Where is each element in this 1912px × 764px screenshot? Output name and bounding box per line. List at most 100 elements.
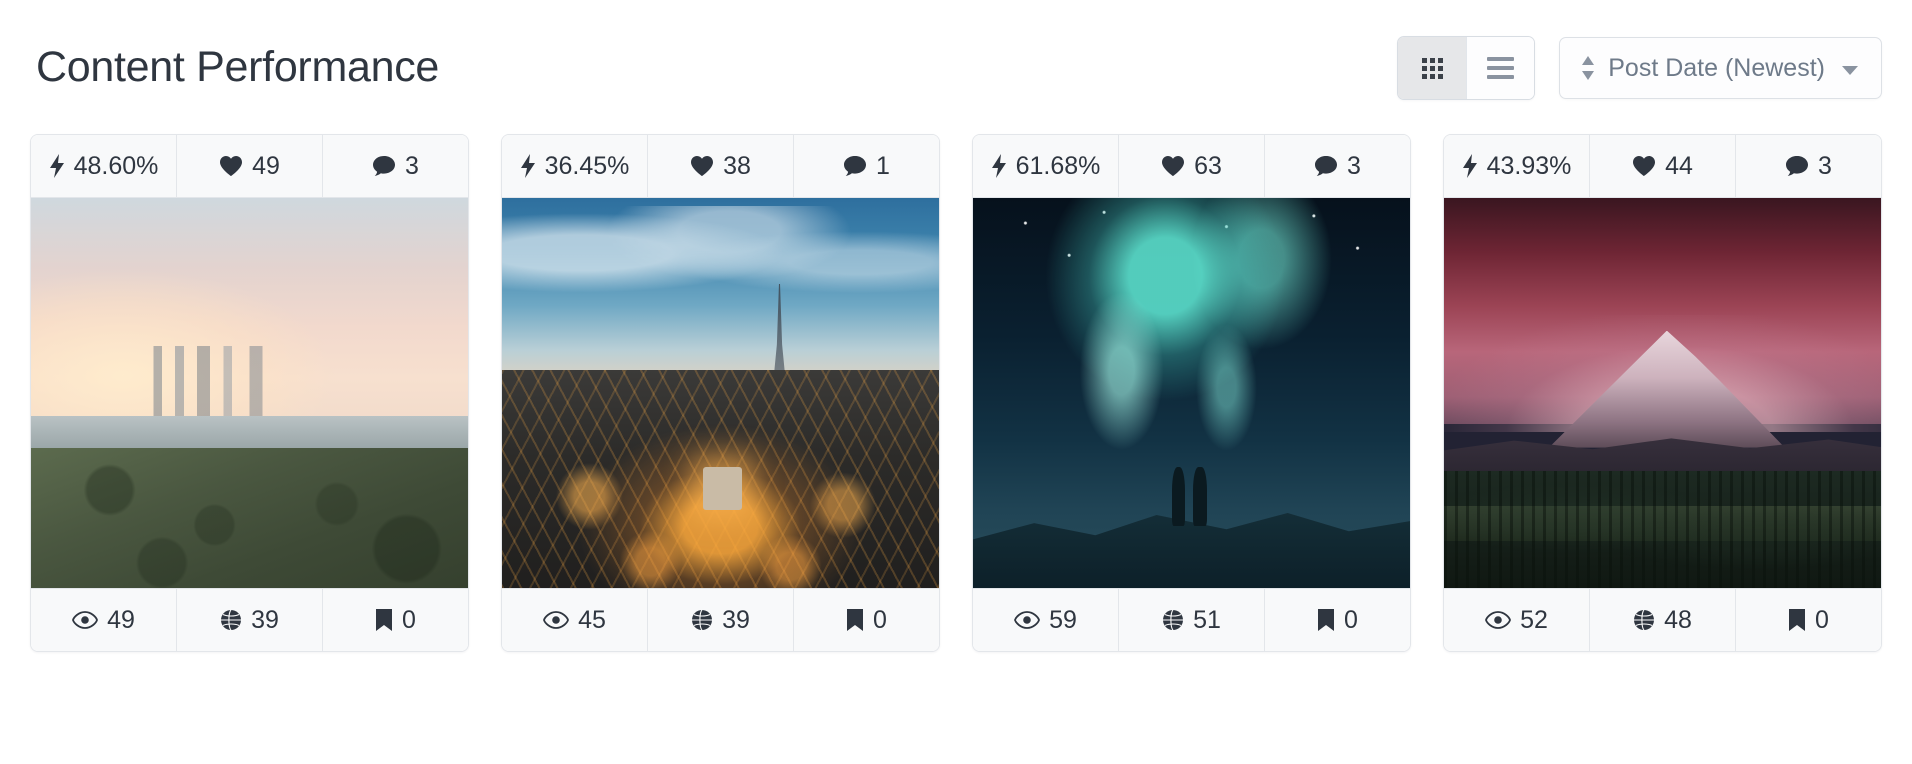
reach-stat: 39 (176, 589, 322, 651)
thumb-clouds (502, 205, 939, 323)
thumb-skyline (31, 346, 468, 425)
likes-value: 63 (1194, 151, 1222, 180)
saves-value: 0 (873, 605, 887, 634)
likes-stat: 63 (1118, 135, 1264, 197)
globe-icon (220, 609, 242, 631)
content-card[interactable]: 36.45% 38 1 45 39 0 (501, 134, 940, 652)
bookmark-icon (1317, 608, 1335, 632)
page-header: Content Performance Post Date (Newest) (0, 0, 1912, 110)
card-top-stats: 36.45% 38 1 (502, 135, 939, 198)
comments-value: 3 (1347, 151, 1361, 180)
bookmark-icon (375, 608, 393, 632)
views-stat: 49 (31, 589, 176, 651)
lightning-bolt-icon (991, 154, 1007, 178)
thumb-tree-texture (1444, 471, 1881, 588)
eye-icon (72, 611, 99, 629)
views-stat: 52 (1444, 589, 1589, 651)
reach-stat: 48 (1589, 589, 1735, 651)
heart-icon (1632, 155, 1656, 177)
card-thumbnail[interactable] (502, 198, 939, 588)
views-value: 49 (107, 605, 135, 634)
eye-icon (1485, 611, 1512, 629)
likes-stat: 38 (647, 135, 793, 197)
content-performance-page: Content Performance Post Date (Newest) 4… (0, 0, 1912, 764)
views-value: 45 (578, 605, 606, 634)
comment-bubble-icon (1785, 155, 1809, 177)
comment-bubble-icon (372, 155, 396, 177)
engagement-value: 36.45% (544, 151, 630, 180)
sort-updown-icon (1580, 55, 1596, 81)
eye-icon (1014, 611, 1041, 629)
globe-icon (691, 609, 713, 631)
comments-value: 3 (405, 151, 419, 180)
comments-stat: 1 (793, 135, 939, 197)
likes-stat: 49 (176, 135, 322, 197)
comment-bubble-icon (843, 155, 867, 177)
list-icon (1487, 57, 1515, 79)
card-bottom-stats: 45 39 0 (502, 588, 939, 651)
reach-stat: 39 (647, 589, 793, 651)
saves-stat: 0 (1264, 589, 1410, 651)
grid-icon (1421, 57, 1443, 79)
chevron-down-icon (1841, 54, 1859, 83)
views-stat: 59 (973, 589, 1118, 651)
sort-dropdown[interactable]: Post Date (Newest) (1559, 37, 1882, 99)
sort-dropdown-label: Post Date (Newest) (1608, 53, 1825, 82)
comments-stat: 3 (1735, 135, 1881, 197)
card-top-stats: 61.68% 63 3 (973, 135, 1410, 198)
lightning-bolt-icon (520, 154, 536, 178)
card-top-stats: 48.60% 49 3 (31, 135, 468, 198)
view-mode-toggle-group (1397, 36, 1536, 100)
comments-stat: 3 (322, 135, 468, 197)
engagement-stat: 48.60% (31, 135, 176, 197)
comments-value: 1 (876, 151, 890, 180)
card-thumbnail[interactable] (973, 198, 1410, 588)
engagement-stat: 43.93% (1444, 135, 1589, 197)
content-card[interactable]: 48.60% 49 3 49 39 0 (30, 134, 469, 652)
views-value: 59 (1049, 605, 1077, 634)
reach-value: 48 (1664, 605, 1692, 634)
views-stat: 45 (502, 589, 647, 651)
content-card[interactable]: 43.93% 44 3 52 48 0 (1443, 134, 1882, 652)
thumb-aurora-secondary (973, 229, 1410, 503)
reach-stat: 51 (1118, 589, 1264, 651)
grid-view-button[interactable] (1398, 37, 1467, 99)
engagement-value: 48.60% (73, 151, 159, 180)
saves-value: 0 (1344, 605, 1358, 634)
globe-icon (1162, 609, 1184, 631)
page-title: Content Performance (36, 43, 440, 92)
views-value: 52 (1520, 605, 1548, 634)
reach-value: 39 (251, 605, 279, 634)
header-controls: Post Date (Newest) (1397, 36, 1882, 100)
thumb-silhouette-couple (1170, 467, 1209, 526)
comments-value: 3 (1818, 151, 1832, 180)
content-card-grid: 48.60% 49 3 49 39 0 36.45% 38 1 45 39 0 … (0, 134, 1912, 652)
engagement-stat: 61.68% (973, 135, 1118, 197)
reach-value: 51 (1193, 605, 1221, 634)
heart-icon (1161, 155, 1185, 177)
card-bottom-stats: 52 48 0 (1444, 588, 1881, 651)
saves-stat: 0 (322, 589, 468, 651)
engagement-value: 61.68% (1015, 151, 1101, 180)
content-card[interactable]: 61.68% 63 3 59 51 0 (972, 134, 1411, 652)
globe-icon (1633, 609, 1655, 631)
saves-value: 0 (402, 605, 416, 634)
thumb-arc-de-triomphe (703, 467, 743, 510)
comments-stat: 3 (1264, 135, 1410, 197)
bookmark-icon (1788, 608, 1806, 632)
card-top-stats: 43.93% 44 3 (1444, 135, 1881, 198)
heart-icon (690, 155, 714, 177)
eye-icon (543, 611, 570, 629)
card-thumbnail[interactable] (1444, 198, 1881, 588)
card-bottom-stats: 59 51 0 (973, 588, 1410, 651)
engagement-value: 43.93% (1486, 151, 1572, 180)
card-thumbnail[interactable] (31, 198, 468, 588)
list-view-button[interactable] (1466, 37, 1535, 99)
lightning-bolt-icon (1462, 154, 1478, 178)
bookmark-icon (846, 608, 864, 632)
card-bottom-stats: 49 39 0 (31, 588, 468, 651)
likes-value: 49 (252, 151, 280, 180)
lightning-bolt-icon (49, 154, 65, 178)
comment-bubble-icon (1314, 155, 1338, 177)
heart-icon (219, 155, 243, 177)
